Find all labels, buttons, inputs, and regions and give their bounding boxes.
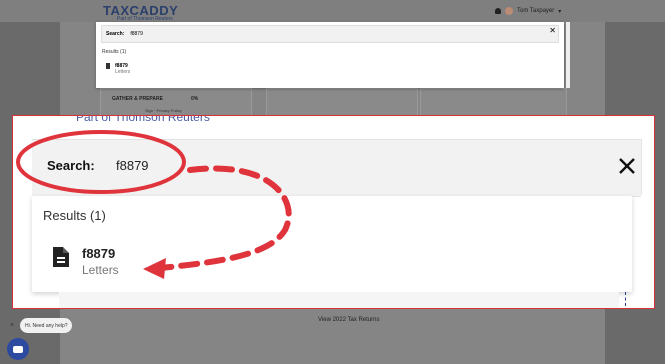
bell-icon[interactable] bbox=[495, 8, 501, 14]
mini-close-icon[interactable]: ✕ bbox=[549, 26, 556, 35]
view-tax-returns-text: View 2022 Tax Returns bbox=[318, 317, 380, 323]
top-bar bbox=[0, 0, 665, 22]
mini-result-subtitle: Letters bbox=[115, 69, 131, 75]
document-icon bbox=[53, 247, 69, 267]
result-subtitle: Letters bbox=[82, 263, 119, 277]
user-name[interactable]: Tom Taxpayer bbox=[517, 8, 554, 14]
result-title: f8879 bbox=[82, 246, 116, 261]
gather-sub: Sign · Privacy Policy bbox=[145, 108, 182, 113]
user-menu[interactable]: Tom Taxpayer ▾ bbox=[495, 7, 561, 15]
chevron-down-icon[interactable]: ▾ bbox=[558, 8, 561, 15]
results-heading: Results (1) bbox=[43, 208, 106, 223]
chat-icon[interactable] bbox=[7, 338, 29, 360]
mini-result-item[interactable]: f8879 Letters bbox=[106, 63, 130, 75]
search-modal-preview: Search: f8879 ✕ Results (1) f8879 Letter… bbox=[96, 22, 570, 88]
results-panel: Results (1) f8879 Letters bbox=[32, 196, 632, 292]
zoom-callout: Part of Thomson Reuters Search: f8879 Re… bbox=[12, 115, 655, 309]
divider bbox=[641, 139, 642, 195]
search-bar[interactable]: Search: f8879 bbox=[32, 139, 641, 197]
document-icon bbox=[106, 63, 110, 69]
search-label: Search: bbox=[47, 158, 95, 173]
background-dashed-line bbox=[625, 292, 627, 306]
result-item[interactable]: f8879 Letters bbox=[52, 246, 119, 277]
mini-search-value[interactable]: f8879 bbox=[130, 31, 143, 37]
mini-search-label: Search: bbox=[106, 31, 125, 37]
gather-prepare-label: GATHER & PREPARE bbox=[112, 95, 163, 102]
search-input[interactable]: f8879 bbox=[116, 158, 149, 173]
avatar[interactable] bbox=[505, 7, 513, 15]
chat-bubble[interactable]: Hi. Need any help? bbox=[20, 318, 72, 333]
gather-prepare-row[interactable]: GATHER & PREPARE 0% bbox=[112, 92, 247, 105]
mini-scrollbar[interactable] bbox=[566, 22, 570, 88]
thomson-reuters-link[interactable]: Part of Thomson Reuters bbox=[76, 116, 210, 124]
gather-prepare-percent: 0% bbox=[190, 95, 199, 102]
mini-results-heading: Results (1) bbox=[102, 49, 127, 55]
mini-search-bar[interactable]: Search: f8879 bbox=[101, 25, 559, 43]
close-icon[interactable] bbox=[615, 154, 639, 178]
background-strip bbox=[59, 292, 619, 308]
background-blue-bar bbox=[118, 308, 246, 309]
chat-close-icon[interactable]: × bbox=[10, 322, 14, 329]
